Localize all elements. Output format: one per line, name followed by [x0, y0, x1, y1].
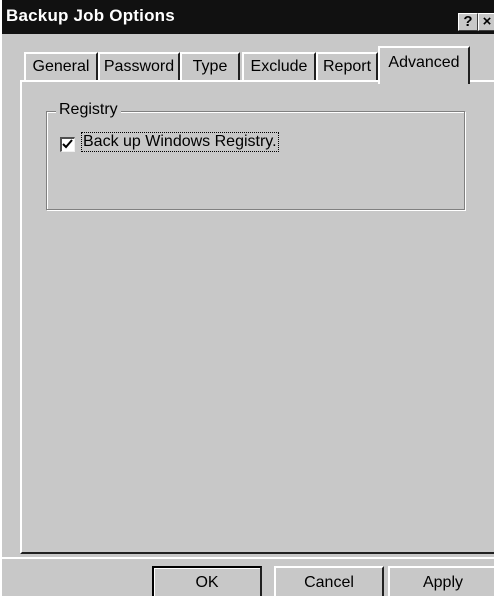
help-button[interactable]: ? [458, 13, 478, 31]
close-button[interactable]: × [478, 13, 494, 31]
tab-report[interactable]: Report [316, 52, 378, 80]
check-mark-icon [62, 139, 73, 149]
tab-advanced[interactable]: Advanced [378, 46, 470, 84]
title-bar: Backup Job Options ? × [2, 0, 494, 34]
cancel-button[interactable]: Cancel [274, 566, 384, 596]
tab-exclude[interactable]: Exclude [242, 52, 316, 80]
window-title: Backup Job Options [6, 6, 175, 25]
registry-groupbox [46, 111, 465, 210]
registry-group-label: Registry [56, 101, 121, 119]
backup-registry-checkbox[interactable] [60, 137, 75, 152]
backup-registry-label[interactable]: Back up Windows Registry. [81, 132, 279, 152]
tab-password[interactable]: Password [98, 52, 180, 80]
tab-general[interactable]: General [24, 52, 98, 80]
apply-button[interactable]: Apply [388, 566, 494, 596]
tab-type[interactable]: Type [180, 52, 240, 80]
divider [2, 557, 494, 559]
ok-button[interactable]: OK [152, 566, 262, 596]
backup-job-options-dialog: Backup Job Options ? × General Password … [0, 0, 494, 596]
